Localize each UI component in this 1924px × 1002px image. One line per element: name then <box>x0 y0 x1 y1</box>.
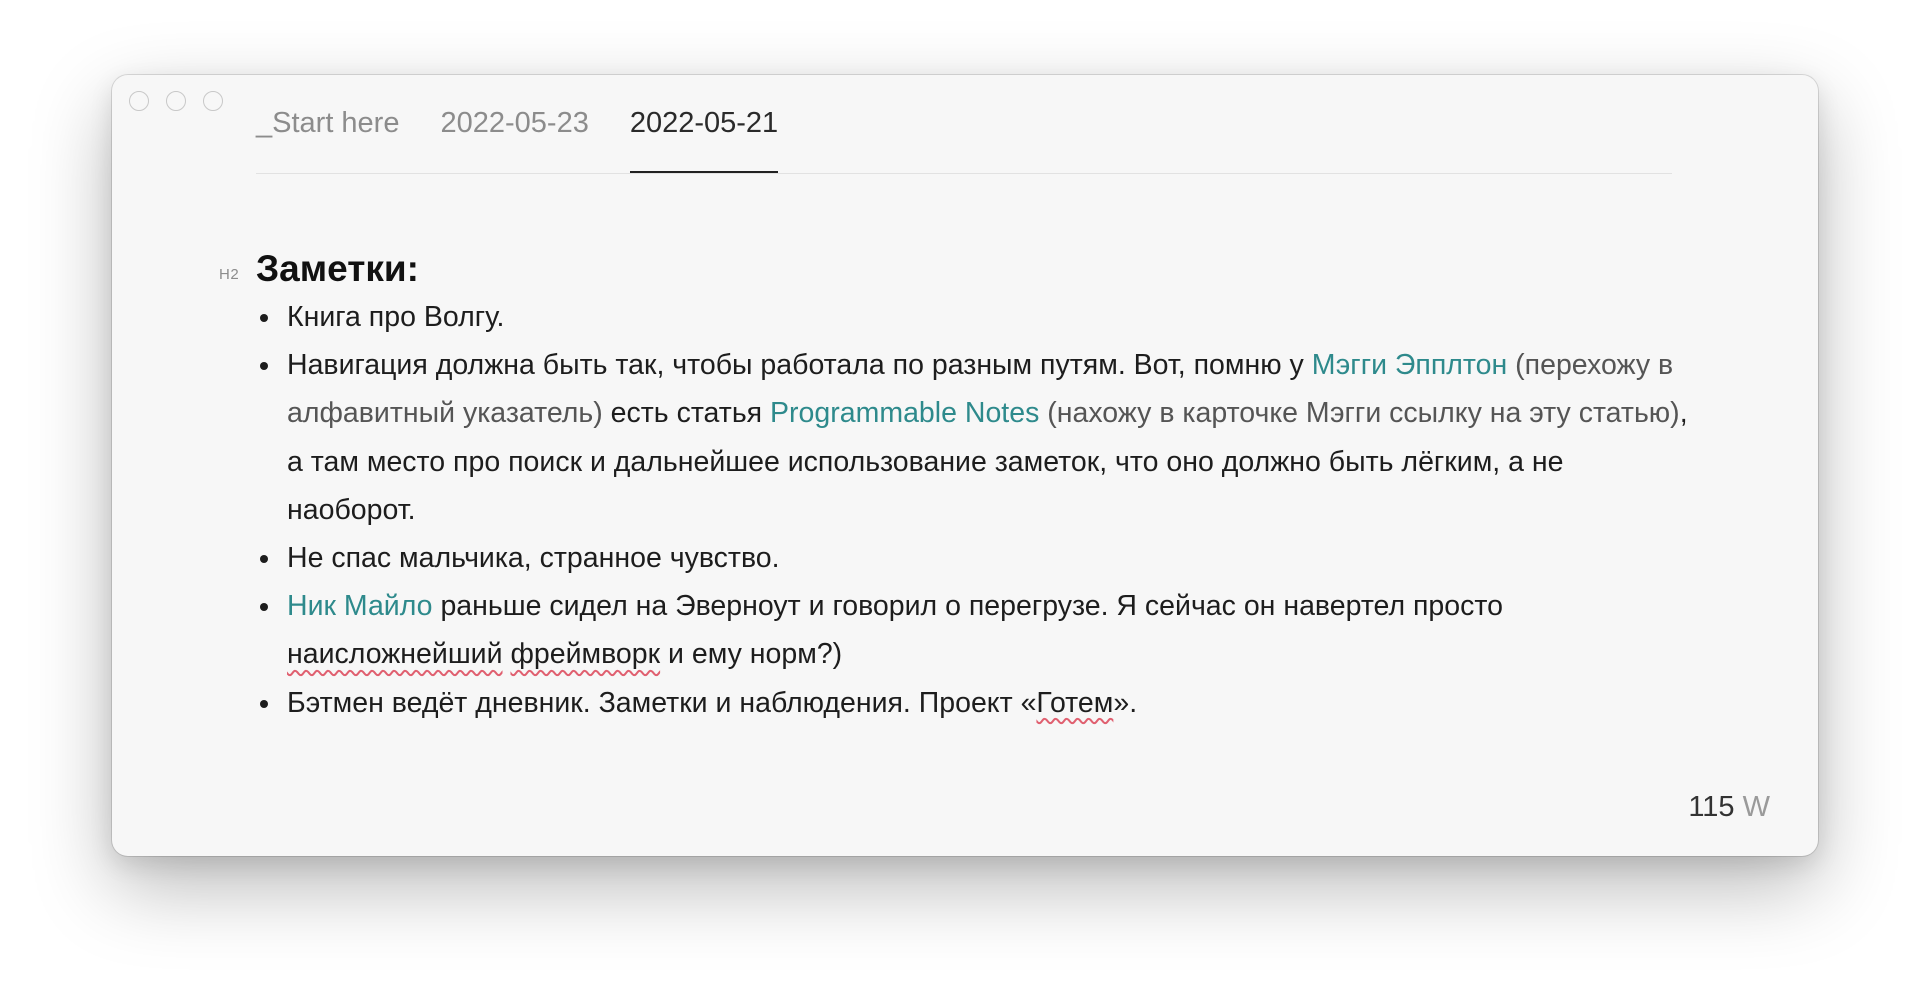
word-count-unit: W <box>1742 791 1770 823</box>
misspelled-word[interactable]: наисложнейший <box>287 638 503 670</box>
minimize-window-button[interactable] <box>166 91 186 111</box>
list-item-text: раньше сидел на Эверноут и говорил о пер… <box>432 590 1503 623</box>
link-nick-milo[interactable]: Ник Майло <box>287 590 433 622</box>
app-window: _Start here 2022-05-23 2022-05-21 H2 Зам… <box>112 75 1818 856</box>
editor-document[interactable]: H2 Заметки: Книга про Волгу. Навигация д… <box>219 245 1696 727</box>
link-programmable-notes[interactable]: Programmable Notes <box>770 397 1039 429</box>
note-heading: Заметки: <box>256 248 419 289</box>
tab-2022-05-23[interactable]: 2022-05-23 <box>440 103 588 173</box>
list-item-text: ». <box>1113 686 1138 719</box>
list-item-text: Бэтмен ведёт дневник. Заметки и наблюден… <box>287 686 1037 719</box>
list-item-aside: (нахожу в карточке Мэгги ссылку на эту с… <box>1039 397 1680 430</box>
notes-list: Книга про Волгу. Навигация должна быть т… <box>256 293 1696 727</box>
tab-start-here[interactable]: _Start here <box>256 103 399 173</box>
list-item-text: и ему норм?) <box>660 638 843 671</box>
list-item: Навигация должна быть так, чтобы работал… <box>256 341 1692 534</box>
list-item: Книга про Волгу. <box>256 293 1692 341</box>
list-item: Не спас мальчика, странное чувство. <box>256 534 1692 582</box>
word-count[interactable]: 115 W <box>1688 791 1770 824</box>
list-item: Ник Майло раньше сидел на Эверноут и гов… <box>256 582 1692 678</box>
list-item-text: есть статья <box>602 397 771 430</box>
list-item-text: Не спас мальчика, странное чувство. <box>287 542 780 575</box>
window-controls <box>129 91 223 111</box>
list-item-text: Книга про Волгу. <box>287 301 505 333</box>
list-item-text: Навигация должна быть так, чтобы работал… <box>287 349 1312 382</box>
tab-bar: _Start here 2022-05-23 2022-05-21 <box>256 103 1672 174</box>
misspelled-word[interactable]: фреймворк <box>510 638 660 670</box>
close-window-button[interactable] <box>129 91 149 111</box>
misspelled-word[interactable]: Готем <box>1036 687 1113 719</box>
heading-level-marker: H2 <box>219 266 240 283</box>
link-maggie-appleton[interactable]: Мэгги Эпплтон <box>1312 349 1508 381</box>
list-item: Бэтмен ведёт дневник. Заметки и наблюден… <box>256 679 1692 727</box>
zoom-window-button[interactable] <box>203 91 223 111</box>
word-count-value: 115 <box>1688 791 1735 823</box>
tab-2022-05-21[interactable]: 2022-05-21 <box>629 103 779 173</box>
